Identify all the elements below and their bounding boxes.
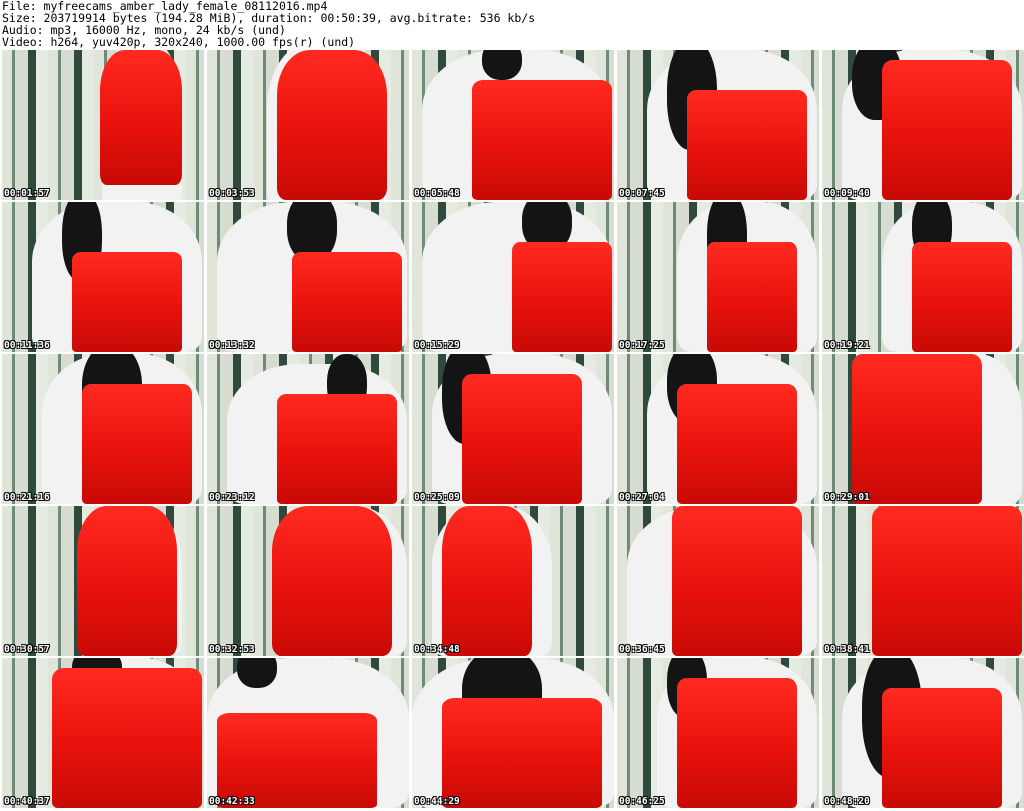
video-thumbnail[interactable]: 00:19:21 bbox=[822, 202, 1024, 352]
dress-shape bbox=[672, 506, 802, 656]
dress-shape bbox=[442, 698, 602, 808]
dress-shape bbox=[442, 506, 532, 656]
timestamp-label: 00:07:45 bbox=[619, 188, 665, 199]
dress-shape bbox=[852, 354, 982, 504]
dress-shape bbox=[100, 50, 182, 185]
video-thumbnail[interactable]: 00:09:40 bbox=[822, 50, 1024, 200]
video-thumbnail[interactable]: 00:25:09 bbox=[412, 354, 614, 504]
video-thumbnail[interactable]: 00:30:57 bbox=[2, 506, 204, 656]
timestamp-label: 00:27:04 bbox=[619, 492, 665, 503]
video-thumbnail[interactable]: 00:07:45 bbox=[617, 50, 819, 200]
timestamp-label: 00:46:25 bbox=[619, 796, 665, 807]
dress-shape bbox=[687, 90, 807, 200]
dress-shape bbox=[72, 252, 182, 352]
timestamp-label: 00:40:37 bbox=[4, 796, 50, 807]
dress-shape bbox=[272, 506, 392, 656]
timestamp-label: 00:13:32 bbox=[209, 340, 255, 351]
video-thumbnail[interactable]: 00:05:48 bbox=[412, 50, 614, 200]
video-thumbnail[interactable]: 00:03:53 bbox=[207, 50, 409, 200]
timestamp-label: 00:15:29 bbox=[414, 340, 460, 351]
dress-shape bbox=[292, 252, 402, 352]
timestamp-label: 00:30:57 bbox=[4, 644, 50, 655]
file-info-header: File: myfreecams_amber_lady_female_08112… bbox=[2, 0, 1022, 48]
timestamp-label: 00:23:12 bbox=[209, 492, 255, 503]
video-thumbnail[interactable]: 00:44:29 bbox=[412, 658, 614, 808]
timestamp-label: 00:34:48 bbox=[414, 644, 460, 655]
video-thumbnail[interactable]: 00:42:33 bbox=[207, 658, 409, 808]
dress-shape bbox=[512, 242, 612, 352]
video-thumbnail[interactable]: 00:11:36 bbox=[2, 202, 204, 352]
dress-shape bbox=[217, 713, 377, 808]
video-thumbnail[interactable]: 00:48:20 bbox=[822, 658, 1024, 808]
dress-shape bbox=[82, 384, 192, 504]
dress-shape bbox=[872, 506, 1022, 656]
timestamp-label: 00:17:25 bbox=[619, 340, 665, 351]
timestamp-label: 00:25:09 bbox=[414, 492, 460, 503]
thumbnail-grid: 00:01:57 00:03:53 00:05:48 00:07:45 00:0… bbox=[0, 50, 1024, 811]
timestamp-label: 00:05:48 bbox=[414, 188, 460, 199]
video-thumbnail[interactable]: 00:21:16 bbox=[2, 354, 204, 504]
video-thumbnail[interactable]: 00:38:41 bbox=[822, 506, 1024, 656]
video-thumbnail[interactable]: 00:36:45 bbox=[617, 506, 819, 656]
timestamp-label: 00:01:57 bbox=[4, 188, 50, 199]
timestamp-label: 00:42:33 bbox=[209, 796, 255, 807]
dress-shape bbox=[277, 50, 387, 200]
dress-shape bbox=[677, 384, 797, 504]
timestamp-label: 00:44:29 bbox=[414, 796, 460, 807]
video-thumbnail[interactable]: 00:40:37 bbox=[2, 658, 204, 808]
dress-shape bbox=[882, 688, 1002, 808]
dress-shape bbox=[462, 374, 582, 504]
dress-shape bbox=[472, 80, 612, 200]
video-thumbnail[interactable]: 00:34:48 bbox=[412, 506, 614, 656]
timestamp-label: 00:21:16 bbox=[4, 492, 50, 503]
timestamp-label: 00:19:21 bbox=[824, 340, 870, 351]
dress-shape bbox=[707, 242, 797, 352]
video-thumbnail[interactable]: 00:32:53 bbox=[207, 506, 409, 656]
dress-shape bbox=[52, 668, 202, 808]
video-thumbnail[interactable]: 00:15:29 bbox=[412, 202, 614, 352]
video-thumbnail[interactable]: 00:29:01 bbox=[822, 354, 1024, 504]
timestamp-label: 00:11:36 bbox=[4, 340, 50, 351]
timestamp-label: 00:32:53 bbox=[209, 644, 255, 655]
timestamp-label: 00:36:45 bbox=[619, 644, 665, 655]
timestamp-label: 00:38:41 bbox=[824, 644, 870, 655]
timestamp-label: 00:29:01 bbox=[824, 492, 870, 503]
video-thumbnail[interactable]: 00:23:12 bbox=[207, 354, 409, 504]
dress-shape bbox=[677, 678, 797, 808]
video-thumbnail[interactable]: 00:27:04 bbox=[617, 354, 819, 504]
timestamp-label: 00:03:53 bbox=[209, 188, 255, 199]
video-thumbnail[interactable]: 00:46:25 bbox=[617, 658, 819, 808]
dress-shape bbox=[882, 60, 1012, 200]
video-thumbnail[interactable]: 00:01:57 bbox=[2, 50, 204, 200]
timestamp-label: 00:48:20 bbox=[824, 796, 870, 807]
video-info-line: Video: h264, yuv420p, 320x240, 1000.00 f… bbox=[2, 35, 356, 49]
video-thumbnail[interactable]: 00:17:25 bbox=[617, 202, 819, 352]
video-thumbnail[interactable]: 00:13:32 bbox=[207, 202, 409, 352]
dress-shape bbox=[912, 242, 1012, 352]
dress-shape bbox=[77, 506, 177, 656]
dress-shape bbox=[277, 394, 397, 504]
timestamp-label: 00:09:40 bbox=[824, 188, 870, 199]
